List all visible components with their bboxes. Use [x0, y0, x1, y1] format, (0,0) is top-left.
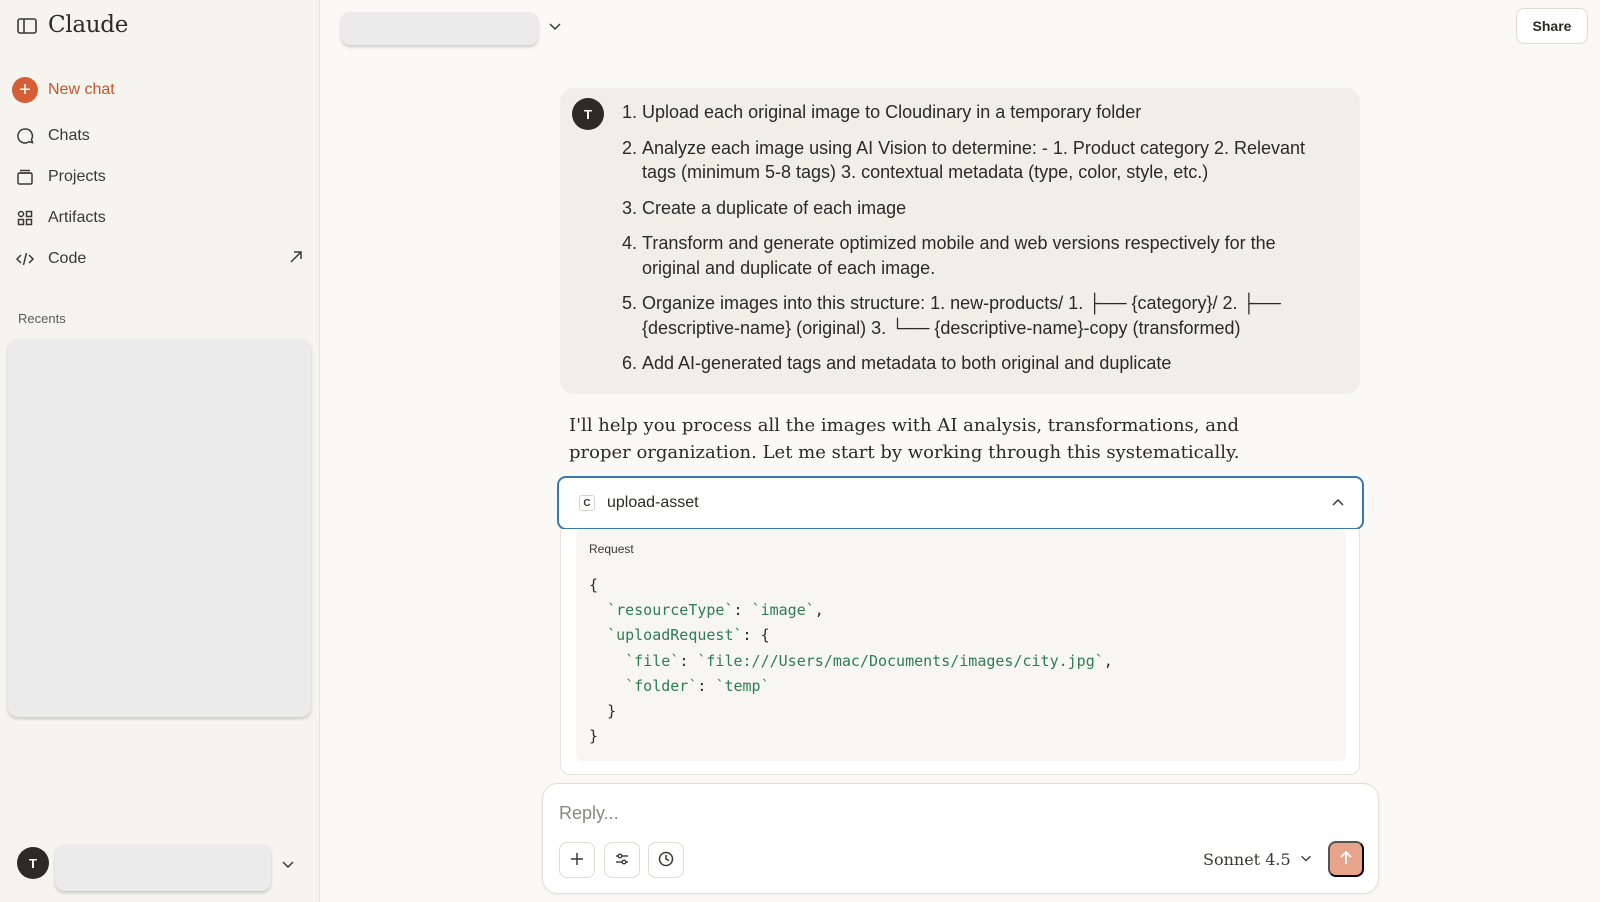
- clock-icon: [657, 850, 675, 871]
- list-item-text: Create a duplicate of each image: [642, 197, 907, 218]
- list-number: 1.: [622, 102, 638, 122]
- code-value: `file:///Users/mac/Documents/images/city…: [697, 651, 1104, 670]
- sidebar-item-label: Projects: [48, 168, 106, 185]
- user-menu-placeholder[interactable]: [55, 844, 271, 891]
- folder-icon: [12, 164, 38, 190]
- code-token: {: [589, 576, 599, 594]
- chevron-down-icon[interactable]: [280, 856, 296, 872]
- request-label: Request: [589, 542, 634, 556]
- assistant-message: I'll help you process all the images wit…: [569, 415, 1240, 463]
- send-button[interactable]: [1328, 841, 1364, 877]
- add-attachment-button[interactable]: [559, 842, 595, 878]
- chat-title-placeholder[interactable]: [341, 12, 538, 45]
- avatar: T: [572, 98, 604, 130]
- recents-list-placeholder: [8, 339, 311, 717]
- list-number: 3.: [622, 197, 638, 218]
- tool-badge: C: [579, 495, 595, 511]
- sidebar-item-label: Chats: [48, 127, 90, 144]
- sidebar-item-label: Artifacts: [48, 209, 106, 226]
- request-panel: Request { `resourceType`: `image`, `uplo…: [576, 529, 1346, 761]
- history-button[interactable]: [648, 842, 684, 878]
- tool-name: upload-asset: [607, 494, 699, 511]
- list-item-text: Transform and generate optimized mobile …: [642, 233, 1276, 278]
- code-key: `file`: [625, 651, 680, 670]
- list-item: 5. Organize images into this structure: 1…: [622, 291, 1332, 340]
- sidebar-toggle-icon[interactable]: [16, 16, 38, 36]
- recents-heading: Recents: [18, 311, 66, 326]
- code-key: `uploadRequest`: [607, 626, 743, 645]
- chevron-down-icon: [1299, 850, 1313, 869]
- brand-logo[interactable]: Claude: [48, 12, 128, 38]
- list-item: 3. Create a duplicate of each image: [622, 196, 1332, 221]
- code-token: }: [589, 727, 599, 746]
- list-item: 1. Upload each original image to Cloudina…: [622, 100, 1332, 125]
- list-item: 4. Transform and generate optimized mobil…: [622, 231, 1332, 280]
- plus-icon: +: [12, 77, 38, 103]
- tool-call-body: Request { `resourceType`: `image`, `uplo…: [560, 529, 1360, 775]
- model-selector[interactable]: Sonnet 4.5: [1203, 850, 1313, 869]
- tool-call-header[interactable]: C upload-asset: [557, 476, 1364, 530]
- list-number: 6.: [622, 353, 638, 373]
- artifacts-icon: [12, 205, 38, 231]
- sidebar-item-projects[interactable]: Projects: [12, 160, 106, 194]
- sidebar: Claude + New chat Chats Projects Artifac…: [0, 0, 320, 902]
- request-code: { `resourceType`: `image`, `uploadReques…: [589, 576, 1113, 746]
- code-token: }: [607, 702, 617, 721]
- list-item-text: Upload each original image to Cloudinary…: [642, 102, 1142, 122]
- new-chat-label: New chat: [48, 81, 115, 98]
- sliders-icon: [614, 851, 630, 870]
- reply-input[interactable]: [559, 798, 1339, 828]
- arrow-up-icon: [1338, 850, 1354, 869]
- list-item: 6. Add AI-generated tags and metadata to …: [622, 351, 1332, 376]
- new-chat-button[interactable]: + New chat: [12, 73, 115, 107]
- code-key: `folder`: [625, 676, 698, 695]
- model-name: Sonnet 4.5: [1203, 850, 1291, 869]
- code-value: `temp`: [715, 676, 770, 695]
- share-button[interactable]: Share: [1516, 8, 1588, 44]
- list-number: 2.: [622, 137, 638, 158]
- code-value: `image`: [751, 601, 815, 620]
- user-message: T 1. Upload each original image to Cloudi…: [560, 88, 1360, 394]
- code-icon: [12, 246, 38, 272]
- sidebar-item-chats[interactable]: Chats: [12, 119, 90, 153]
- list-item: 2. Analyze each image using AI Vision to …: [622, 136, 1332, 185]
- list-number: 5.: [622, 293, 638, 313]
- chevron-down-icon[interactable]: [547, 18, 563, 34]
- list-item-text: Organize images into this structure: 1. …: [642, 293, 1281, 338]
- avatar[interactable]: T: [17, 847, 49, 879]
- chevron-up-icon[interactable]: [1330, 495, 1346, 511]
- message-list: 1. Upload each original image to Cloudina…: [622, 100, 1332, 387]
- list-number: 4.: [622, 233, 638, 253]
- list-item-text: Add AI-generated tags and metadata to bo…: [642, 353, 1172, 373]
- chat-bubble-icon: [12, 123, 38, 149]
- tools-button[interactable]: [604, 842, 640, 878]
- composer: Sonnet 4.5: [542, 783, 1379, 894]
- list-item-text: Analyze each image using AI Vision to de…: [642, 137, 1306, 183]
- plus-icon: [569, 851, 585, 870]
- sidebar-item-label: Code: [48, 250, 87, 267]
- external-link-icon: [288, 249, 304, 270]
- sidebar-item-code[interactable]: Code: [12, 242, 304, 276]
- sidebar-item-artifacts[interactable]: Artifacts: [12, 201, 106, 235]
- code-key: `resourceType`: [607, 601, 734, 620]
